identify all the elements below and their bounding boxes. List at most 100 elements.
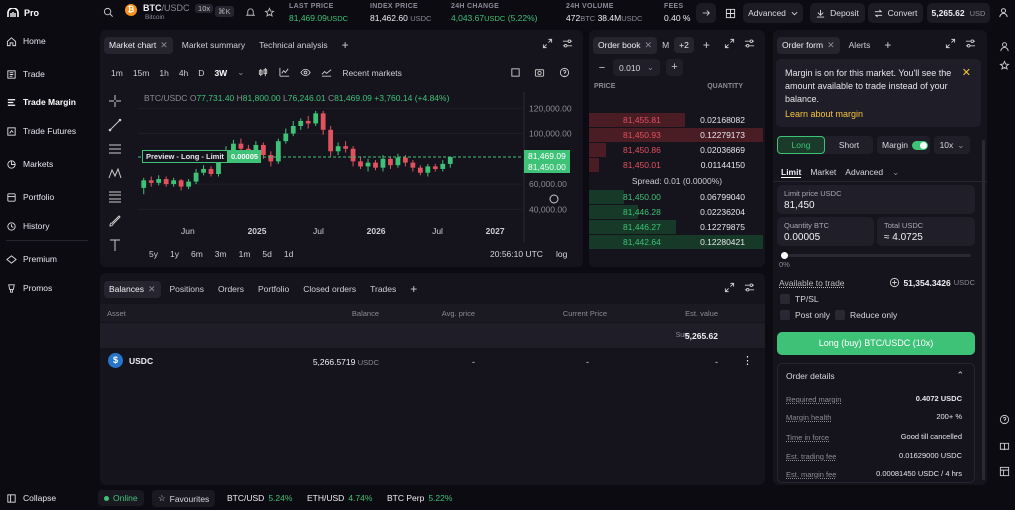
- range-3m[interactable]: 3m: [215, 249, 227, 259]
- layout-button[interactable]: [720, 3, 740, 23]
- submit-order-button[interactable]: Long (buy) BTC/USDC (10x): [777, 332, 975, 355]
- tab-positions[interactable]: Positions: [165, 281, 210, 297]
- search-icon[interactable]: [103, 7, 114, 18]
- expand-icon[interactable]: [724, 38, 735, 49]
- settings-sliders-icon[interactable]: [744, 38, 755, 49]
- column-asset[interactable]: Asset: [107, 309, 126, 318]
- log-scale-toggle[interactable]: log: [556, 249, 567, 259]
- help-icon[interactable]: [559, 67, 570, 78]
- add-tab-icon[interactable]: +: [698, 35, 715, 55]
- time-in-force-value[interactable]: Good till cancelled: [901, 432, 962, 441]
- expand-icon[interactable]: [945, 38, 956, 49]
- chevron-up-icon[interactable]: ⌃: [956, 370, 964, 381]
- star-icon[interactable]: [264, 7, 275, 18]
- column-current-price[interactable]: Current Price: [563, 309, 607, 318]
- tpsl-checkbox[interactable]: TP/SL: [780, 294, 819, 304]
- limit-price-value[interactable]: 81,450: [784, 200, 815, 211]
- total-value[interactable]: ≈ 4.0725: [884, 232, 923, 243]
- close-icon[interactable]: ✕: [148, 284, 156, 295]
- recent-markets-button[interactable]: Recent markets: [342, 68, 402, 78]
- fib-icon[interactable]: [108, 190, 126, 214]
- timeframe-1h[interactable]: 1h: [159, 68, 168, 78]
- tab-market-summary[interactable]: Market summary: [177, 37, 250, 53]
- timeframe-d[interactable]: D: [198, 68, 204, 78]
- column-balance[interactable]: Balance: [352, 309, 379, 318]
- sidebar-item-portfolio[interactable]: Portfolio: [6, 189, 54, 205]
- brush-icon[interactable]: [108, 214, 126, 238]
- range-1y[interactable]: 1y: [170, 249, 179, 259]
- bid-row[interactable]: 81,446.28 0.02236204: [589, 205, 763, 219]
- user-icon[interactable]: [998, 7, 1009, 18]
- indicators-icon[interactable]: [279, 67, 290, 78]
- short-button[interactable]: Short: [825, 136, 873, 154]
- tab-m[interactable]: M: [661, 37, 670, 53]
- tab-alerts[interactable]: Alerts: [844, 37, 876, 53]
- expand-icon[interactable]: [724, 282, 735, 293]
- bid-row[interactable]: 81,450.00 0.06799040: [589, 190, 763, 204]
- timeframe-3w[interactable]: 3W: [214, 68, 227, 78]
- chevron-down-icon[interactable]: ⌄: [237, 67, 244, 78]
- sidebar-item-trade[interactable]: Trade: [6, 66, 45, 82]
- tick-size-select[interactable]: 0.010 ⌄: [613, 59, 660, 76]
- table-row[interactable]: $ USDC 5,266.5719 USDC - - - ⋮: [100, 351, 765, 371]
- expand-icon[interactable]: [542, 38, 553, 49]
- bell-icon[interactable]: [245, 7, 256, 18]
- settings-sliders-icon[interactable]: [562, 38, 573, 49]
- pattern-icon[interactable]: [108, 166, 126, 190]
- arrow-right-button[interactable]: [696, 3, 716, 23]
- scrollbar[interactable]: [982, 140, 985, 480]
- camera-icon[interactable]: [534, 67, 545, 78]
- trendline-icon[interactable]: [108, 118, 126, 142]
- timeframe-15m[interactable]: 15m: [133, 68, 150, 78]
- sidebar-item-trade-margin[interactable]: Trade Margin: [6, 94, 76, 110]
- slider-knob[interactable]: [781, 252, 788, 259]
- sidebar-item-promos[interactable]: Promos: [6, 280, 52, 296]
- range-1d[interactable]: 1d: [284, 249, 293, 259]
- text-tool-icon[interactable]: [108, 238, 126, 262]
- app-logo[interactable]: Pro: [6, 8, 39, 18]
- more-options-icon[interactable]: ⋮: [742, 354, 753, 367]
- deposit-button[interactable]: Deposit: [810, 3, 865, 23]
- user-profile-icon[interactable]: [999, 41, 1010, 52]
- ticker-eth-usd[interactable]: ETH/USD 4.74%: [307, 493, 372, 503]
- ask-row[interactable]: 81,450.86 0.02036869: [589, 143, 763, 157]
- bid-row[interactable]: 81,442.64 0.12280421: [589, 235, 763, 249]
- range-5d[interactable]: 5d: [262, 249, 271, 259]
- timeframe-1m[interactable]: 1m: [111, 68, 123, 78]
- type-limit[interactable]: Limit: [781, 167, 802, 178]
- advanced-dropdown[interactable]: Advanced: [743, 3, 803, 23]
- timeframe-4h[interactable]: 4h: [179, 68, 188, 78]
- leverage-select[interactable]: 10x ⌄: [934, 136, 970, 154]
- candle-type-icon[interactable]: [258, 67, 269, 78]
- settings-sliders-icon[interactable]: [744, 282, 755, 293]
- range-1m[interactable]: 1m: [239, 249, 251, 259]
- tab-orders[interactable]: Orders: [213, 281, 249, 297]
- close-icon[interactable]: ✕: [160, 40, 168, 51]
- column-avg-price[interactable]: Avg. price: [442, 309, 475, 318]
- tab-technical-analysis[interactable]: Technical analysis: [254, 37, 333, 53]
- column-est-value[interactable]: Est. value: [685, 309, 718, 318]
- bid-row[interactable]: 81,446.27 0.12279875: [589, 220, 763, 234]
- favourites-button[interactable]: ☆ Favourites: [152, 490, 216, 507]
- quantity-field[interactable]: Quantity BTC 0.00005: [777, 217, 874, 246]
- sidebar-item-markets[interactable]: Markets: [6, 156, 53, 172]
- add-tab-icon[interactable]: +: [879, 35, 896, 55]
- crosshair-icon[interactable]: [108, 94, 126, 118]
- settings-sliders-icon[interactable]: [965, 38, 976, 49]
- post-only-checkbox[interactable]: Post only: [780, 310, 830, 320]
- tab-order-form[interactable]: Order form ✕: [777, 36, 840, 54]
- type-advanced[interactable]: Advanced: [845, 167, 883, 178]
- total-field[interactable]: Total USDC ≈ 4.0725: [877, 217, 975, 246]
- add-funds-icon[interactable]: [889, 277, 900, 288]
- learn-margin-link[interactable]: Learn about margin: [785, 109, 863, 119]
- compare-icon[interactable]: [321, 67, 332, 78]
- tab-market-chart[interactable]: Market chart ✕: [104, 36, 173, 54]
- long-button[interactable]: Long: [777, 136, 825, 154]
- ask-row[interactable]: 81,450.01 0.01144150: [589, 158, 763, 172]
- add-tab-icon[interactable]: +: [405, 279, 422, 299]
- chevron-down-icon[interactable]: ⌄: [892, 167, 899, 178]
- book-icon[interactable]: [999, 441, 1010, 452]
- range-5y[interactable]: 5y: [149, 249, 158, 259]
- collapse-button[interactable]: Collapse: [6, 490, 56, 506]
- eye-icon[interactable]: [300, 67, 311, 78]
